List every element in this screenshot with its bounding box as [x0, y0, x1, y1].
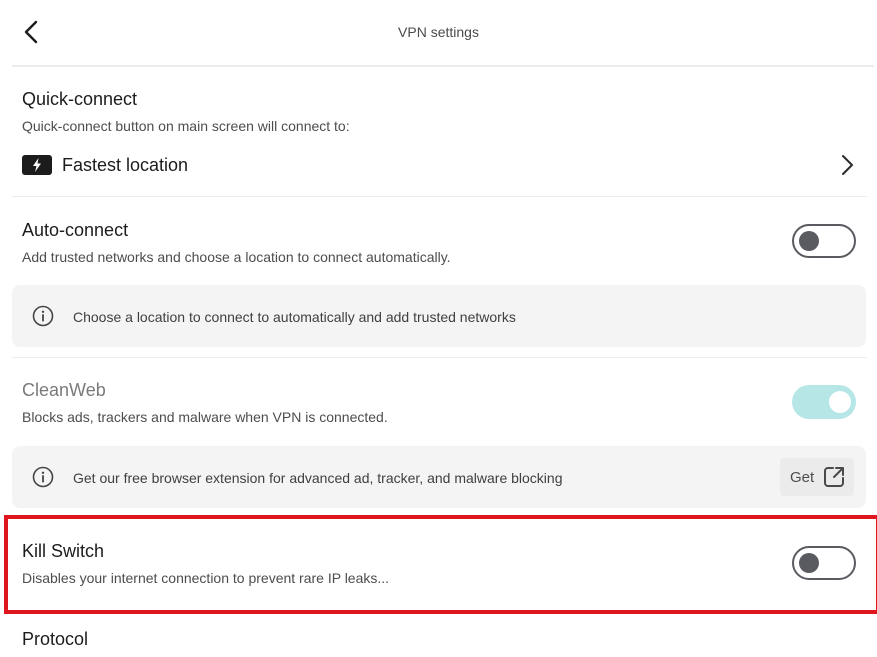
cleanweb-info-box: Get our free browser extension for advan…	[12, 446, 866, 508]
toggle-knob	[799, 553, 819, 573]
cleanweb-toggle[interactable]	[792, 385, 856, 419]
quick-connect-description: Quick-connect button on main screen will…	[22, 118, 350, 134]
chevron-right-icon	[842, 155, 853, 175]
lightning-bolt-icon	[22, 155, 52, 175]
section-divider	[12, 357, 867, 358]
auto-connect-title: Auto-connect	[22, 220, 129, 240]
kill-switch-description: Disables your internet connection to pre…	[22, 570, 390, 586]
auto-connect-description: Add trusted networks and choose a locati…	[22, 249, 451, 265]
info-circle-icon	[32, 305, 54, 327]
header: VPN settings	[0, 0, 877, 67]
get-extension-button[interactable]: Get	[780, 458, 854, 496]
auto-connect-info-text: Choose a location to connect to automati…	[73, 309, 516, 325]
protocol-title[interactable]: Protocol	[22, 629, 88, 650]
toggle-knob	[829, 391, 851, 413]
header-divider	[12, 65, 874, 67]
toggle-knob	[799, 231, 819, 251]
quick-connect-location-label: Fastest location	[62, 155, 189, 175]
page-title: VPN settings	[398, 24, 479, 40]
kill-switch-toggle[interactable]	[792, 546, 856, 580]
cleanweb-description: Blocks ads, trackers and malware when VP…	[22, 409, 388, 425]
cleanweb-title: CleanWeb	[22, 380, 106, 400]
cleanweb-info-text: Get our free browser extension for advan…	[73, 470, 563, 486]
auto-connect-info-box[interactable]: Choose a location to connect to automati…	[12, 285, 866, 347]
kill-switch-highlight-box	[4, 515, 877, 614]
get-extension-label: Get	[790, 469, 815, 486]
auto-connect-toggle[interactable]	[792, 224, 856, 258]
quick-connect-title: Quick-connect	[22, 89, 138, 109]
kill-switch-title: Kill Switch	[22, 541, 105, 561]
info-circle-icon	[32, 466, 54, 488]
external-link-icon	[824, 467, 844, 487]
section-divider	[12, 196, 867, 197]
